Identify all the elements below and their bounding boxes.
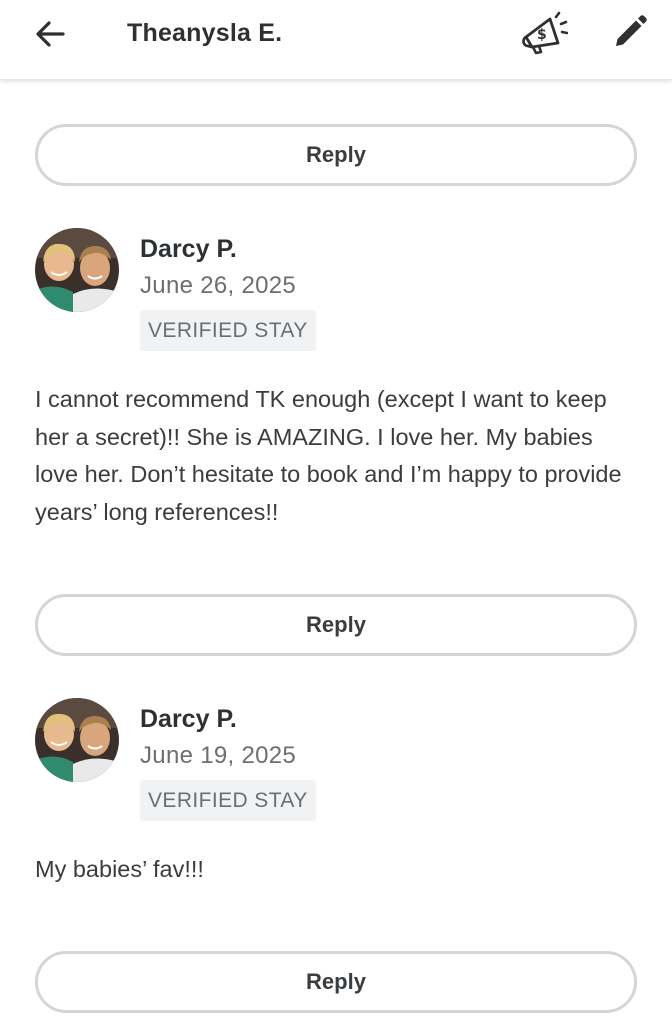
svg-text:$: $ [537,27,547,43]
arrow-left-icon [36,21,65,47]
megaphone-dollar-icon: $ [522,11,568,55]
reviewer-name: Darcy P. [140,235,237,263]
reply-button[interactable]: Reply [35,594,637,656]
reviewer-name: Darcy P. [140,705,237,733]
page-title: Theanysla E. [127,19,283,47]
reply-button[interactable]: Reply [35,951,637,1013]
verified-stay-badge: VERIFIED STAY [140,780,316,821]
avatar [35,698,119,782]
review-date: June 19, 2025 [140,742,297,769]
reply-button[interactable]: Reply [35,124,637,186]
pencil-icon [616,15,647,46]
app-bar: Theanysla E. $ [0,0,672,80]
avatar [35,228,119,312]
verified-stay-badge: VERIFIED STAY [140,310,316,351]
promote-button[interactable]: $ [516,8,572,58]
review-text: I cannot recommend TK enough (except I w… [35,386,622,525]
review-text: My babies’ fav!!! [35,856,204,882]
back-button[interactable] [28,12,72,56]
review-date: June 26, 2025 [140,272,297,299]
edit-button[interactable] [606,8,654,56]
